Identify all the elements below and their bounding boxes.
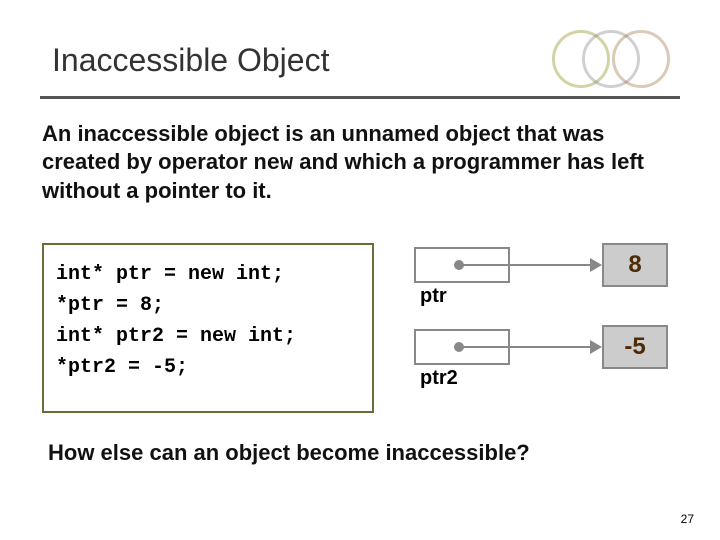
code-line: int* ptr2 = new int; (56, 321, 360, 352)
page-number: 27 (681, 512, 694, 526)
ptr-row: -5 ptr2 (400, 325, 680, 395)
heap-value-box: -5 (602, 325, 668, 369)
code-line: int* ptr = new int; (56, 259, 360, 290)
slide: Inaccessible Object An inaccessible obje… (0, 0, 720, 540)
followup-question: How else can an object become inaccessib… (48, 440, 680, 466)
pointer-arrow-icon (460, 264, 600, 266)
heap-value: -5 (624, 333, 645, 361)
pointer-diagram: 8 ptr -5 ptr2 (400, 243, 680, 413)
slide-title: Inaccessible Object (52, 42, 329, 79)
title-underline (40, 96, 680, 99)
code-example: int* ptr = new int; *ptr = 8; int* ptr2 … (42, 243, 374, 413)
code-line: *ptr = 8; (56, 290, 360, 321)
keyword-new: new (254, 151, 294, 176)
code-line: *ptr2 = -5; (56, 352, 360, 383)
circle-decoration (612, 30, 670, 88)
pointer-label: ptr (420, 285, 447, 308)
heap-value: 8 (628, 251, 641, 279)
title-row: Inaccessible Object (52, 30, 680, 90)
body-paragraph: An inaccessible object is an unnamed obj… (42, 120, 678, 205)
pointer-label: ptr2 (420, 367, 458, 390)
heap-value-box: 8 (602, 243, 668, 287)
pointer-arrow-icon (460, 346, 600, 348)
ptr-row: 8 ptr (400, 243, 680, 313)
decorative-circles (552, 30, 670, 88)
